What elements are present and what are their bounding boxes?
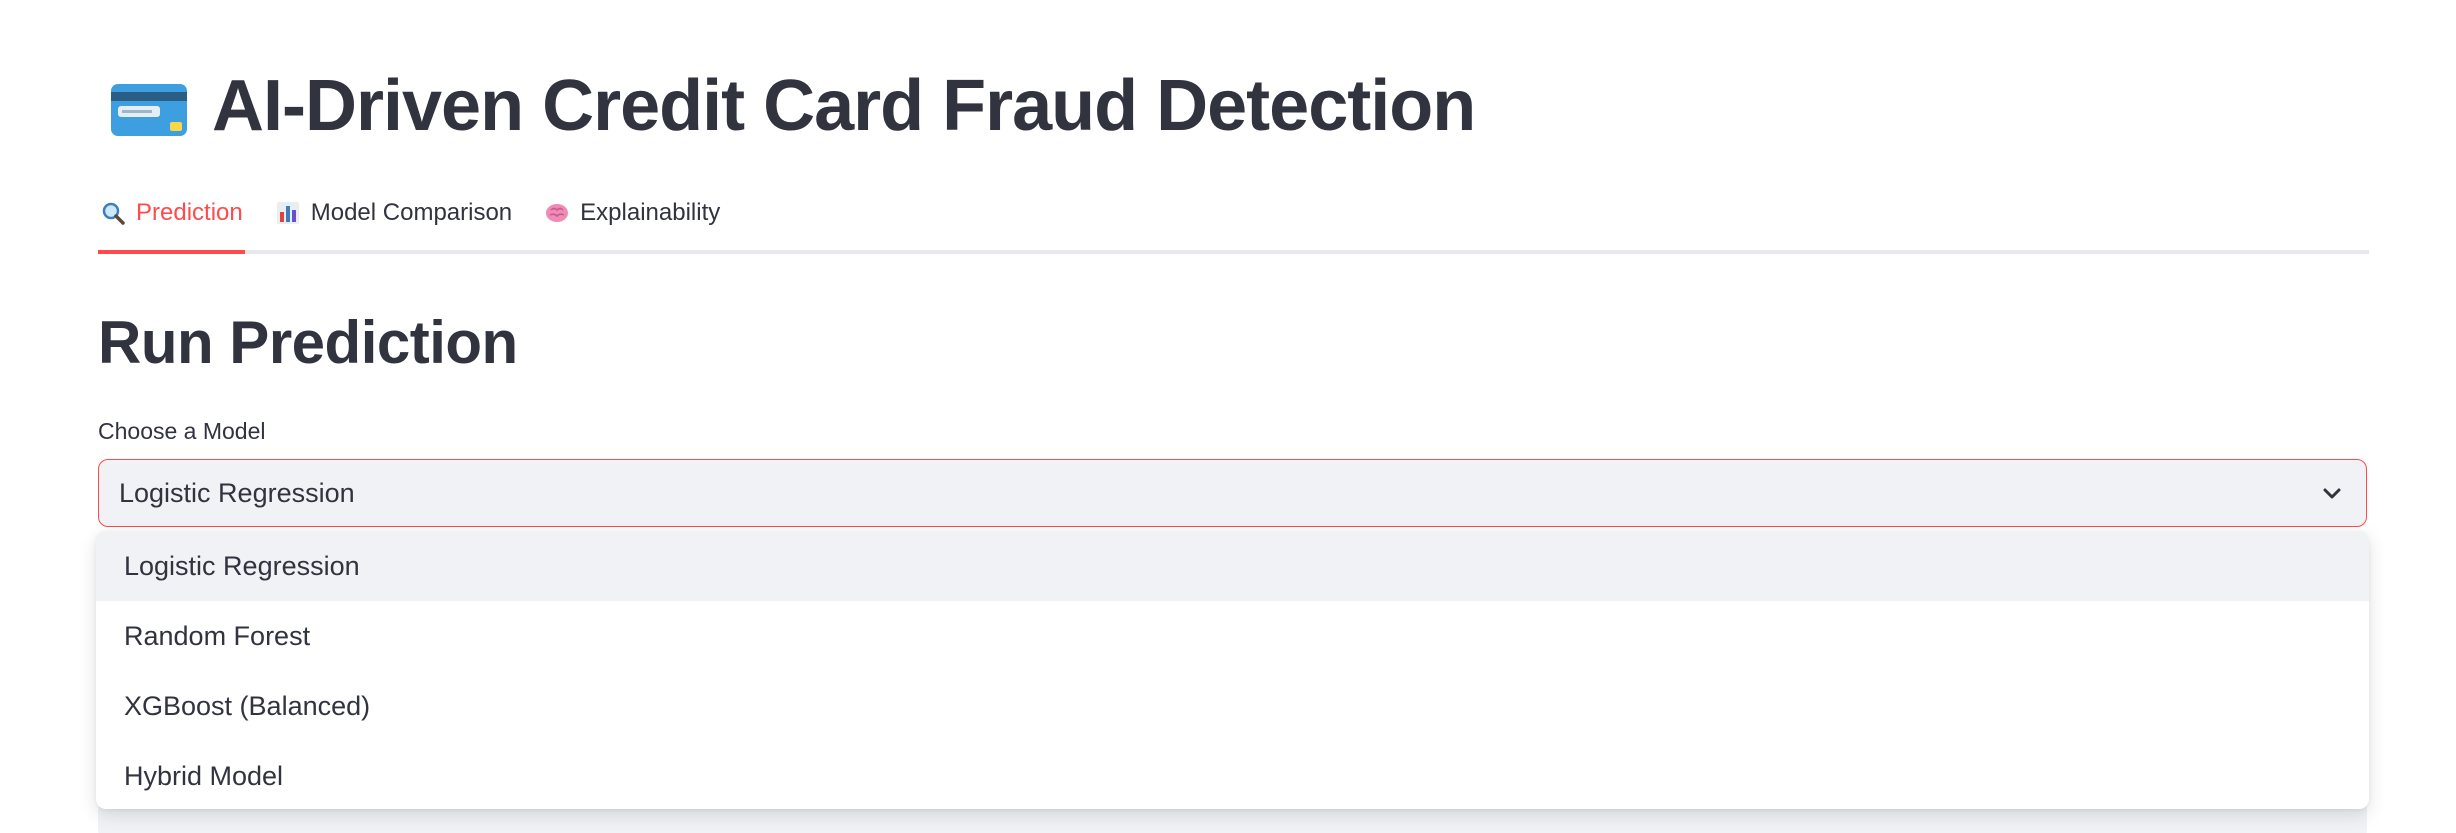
model-select-value: Logistic Regression (119, 477, 355, 508)
app-page: AI-Driven Credit Card Fraud Detection Pr… (0, 0, 2456, 833)
tab-explainability[interactable]: Explainability (542, 190, 722, 236)
tab-label: Prediction (136, 199, 243, 226)
model-select-label: Choose a Model (98, 418, 266, 444)
chevron-down-icon[interactable] (2318, 479, 2346, 507)
app-header: AI-Driven Credit Card Fraud Detection (110, 56, 1476, 156)
model-select[interactable]: Logistic Regression (98, 459, 2367, 527)
option-logistic-regression[interactable]: Logistic Regression (96, 531, 2369, 601)
option-xgboost-balanced[interactable]: XGBoost (Balanced) (96, 671, 2369, 741)
model-select-dropdown: Logistic Regression Random Forest XGBoos… (96, 531, 2369, 809)
tab-bar: Prediction Model Comparison Explainabili… (98, 190, 2369, 254)
tab-model-comparison[interactable]: Model Comparison (273, 190, 514, 236)
magnifier-icon (100, 200, 126, 226)
credit-card-icon (110, 82, 188, 138)
section-heading: Run Prediction (98, 309, 518, 376)
brain-icon (544, 200, 570, 226)
tab-label: Model Comparison (310, 199, 513, 226)
bar-chart-icon (275, 200, 301, 226)
page-title: AI-Driven Credit Card Fraud Detection (212, 66, 1476, 146)
tab-prediction[interactable]: Prediction (98, 190, 245, 254)
option-hybrid-model[interactable]: Hybrid Model (96, 741, 2369, 809)
tab-label: Explainability (580, 199, 721, 226)
option-random-forest[interactable]: Random Forest (96, 601, 2369, 671)
